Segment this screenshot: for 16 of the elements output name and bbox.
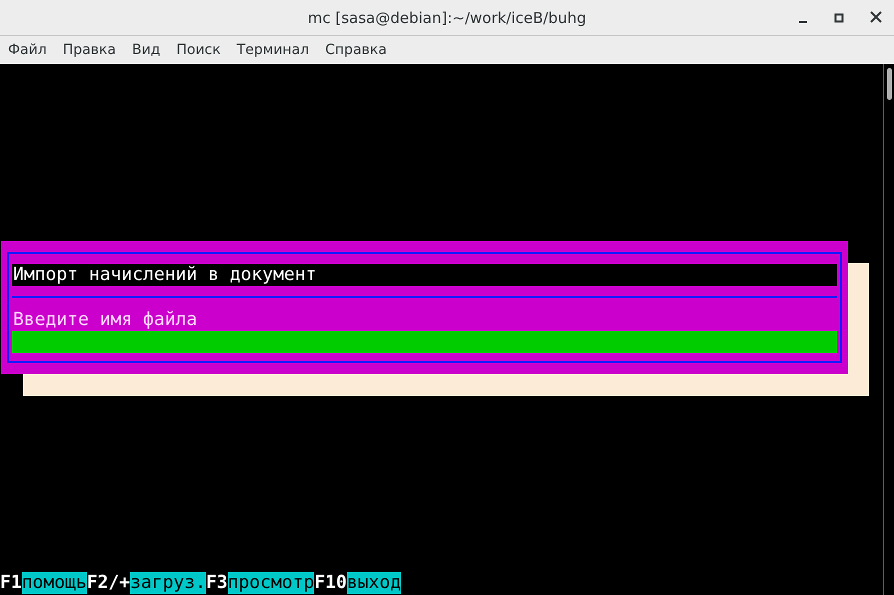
filename-field[interactable] — [12, 331, 837, 353]
menu-item[interactable]: Терминал — [236, 42, 318, 58]
key-action[interactable]: загруз. — [130, 572, 206, 594]
window-title: mc [sasa@debian]:~/work/iceB/buhg — [308, 8, 586, 26]
menu-item[interactable]: Правка — [62, 42, 124, 58]
field-label: Введите имя файла — [12, 309, 198, 331]
close-icon[interactable] — [870, 10, 882, 24]
key-action[interactable]: просмотр — [228, 572, 314, 594]
scrollbar[interactable] — [883, 64, 894, 595]
menu-item[interactable]: Поиск — [176, 42, 229, 58]
menu-item[interactable]: Вид — [132, 42, 168, 58]
menu-item[interactable]: Справка — [325, 42, 395, 58]
dialog-title: Импорт начислений в документ — [12, 264, 837, 286]
key-action[interactable]: помощь — [22, 572, 87, 594]
key-action[interactable]: выход — [346, 572, 402, 594]
menu-item[interactable]: Файл — [8, 42, 55, 58]
